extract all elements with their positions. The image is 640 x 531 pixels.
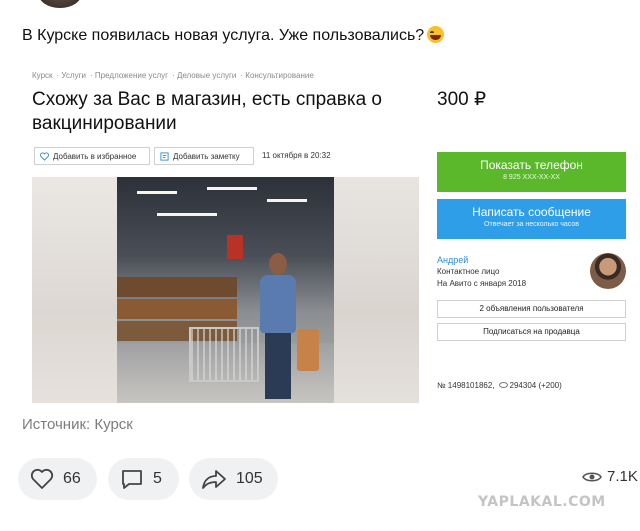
seller-ads-button[interactable]: 2 объявления пользователя (437, 300, 626, 318)
subscribe-seller-button[interactable]: Подписаться на продавца (437, 323, 626, 341)
breadcrumb: Курск · Услуги · Предложение услуг · Деловы… (32, 71, 314, 80)
write-message-button[interactable]: Написать сообщение Отвечает за несколько… (437, 199, 626, 239)
comment-count: 5 (153, 470, 162, 487)
seller-role: Контактное лицо (437, 267, 500, 276)
breadcrumb-item: Деловые услуги (176, 71, 237, 80)
post-text: В Курске появилась новая услуга. Уже пол… (22, 26, 445, 45)
heart-icon (30, 468, 54, 489)
shopping-cart-image (189, 327, 259, 382)
add-to-favorites-label: Добавить в избранное (53, 151, 137, 161)
add-to-favorites-button[interactable]: Добавить в избранное (34, 147, 150, 165)
heart-icon (40, 151, 49, 161)
author-avatar[interactable] (38, 0, 82, 8)
ad-meta: № 1498101862, 294304 (+200) (437, 381, 562, 390)
like-button[interactable]: 66 (18, 458, 97, 500)
show-phone-label: Показать телефон (480, 158, 583, 172)
comment-button[interactable]: 5 (108, 458, 179, 500)
breadcrumb-item: Предложение услуг (94, 71, 169, 80)
show-phone-button[interactable]: Показать телефон 8 925 XXX-XX-XX (437, 152, 626, 192)
listing-screenshot[interactable]: Курск · Услуги · Предложение услуг · Деловы… (22, 62, 640, 407)
views-count: 7.1K (607, 468, 638, 485)
breadcrumb-item: Консультирование (245, 71, 314, 80)
ad-photo[interactable] (32, 177, 419, 403)
man-figure-image (257, 253, 299, 403)
eye-icon (498, 382, 508, 388)
source-caption: Источник: Курск (22, 416, 133, 433)
ad-views: 294304 (+200) (509, 381, 562, 390)
seller-name-link[interactable]: Андрей (437, 255, 468, 265)
ad-date: 11 октября в 20:32 (262, 151, 331, 160)
store-scene-image (117, 177, 334, 403)
eye-icon (582, 471, 602, 482)
share-count: 105 (236, 470, 263, 487)
breadcrumb-item: Услуги (61, 71, 87, 80)
laughing-emoji-icon (427, 26, 445, 43)
like-count: 66 (63, 470, 81, 487)
add-note-button[interactable]: Добавить заметку (154, 147, 254, 165)
seller-since: На Авито с января 2018 (437, 279, 527, 288)
note-icon (160, 151, 169, 161)
site-watermark: YAPLAKAL.COM (478, 494, 606, 510)
write-message-label: Написать сообщение (472, 205, 591, 219)
ad-title: Схожу за Вас в магазин, есть справка о в… (32, 89, 382, 134)
post-text-content: В Курске появилась новая услуга. Уже пол… (22, 27, 425, 44)
phone-number: 8 925 XXX-XX-XX (503, 174, 560, 181)
share-icon (202, 470, 226, 489)
response-time: Отвечает за несколько часов (484, 221, 579, 228)
add-note-label: Добавить заметку (173, 151, 240, 161)
ad-price: 300 ₽ (437, 89, 487, 110)
ad-number: № 1498101862, (437, 381, 495, 390)
share-button[interactable]: 105 (189, 458, 278, 500)
post-views: 7.1K (582, 468, 638, 485)
comment-icon (122, 470, 142, 489)
breadcrumb-item: Курск (32, 71, 53, 80)
seller-avatar[interactable] (590, 253, 626, 289)
